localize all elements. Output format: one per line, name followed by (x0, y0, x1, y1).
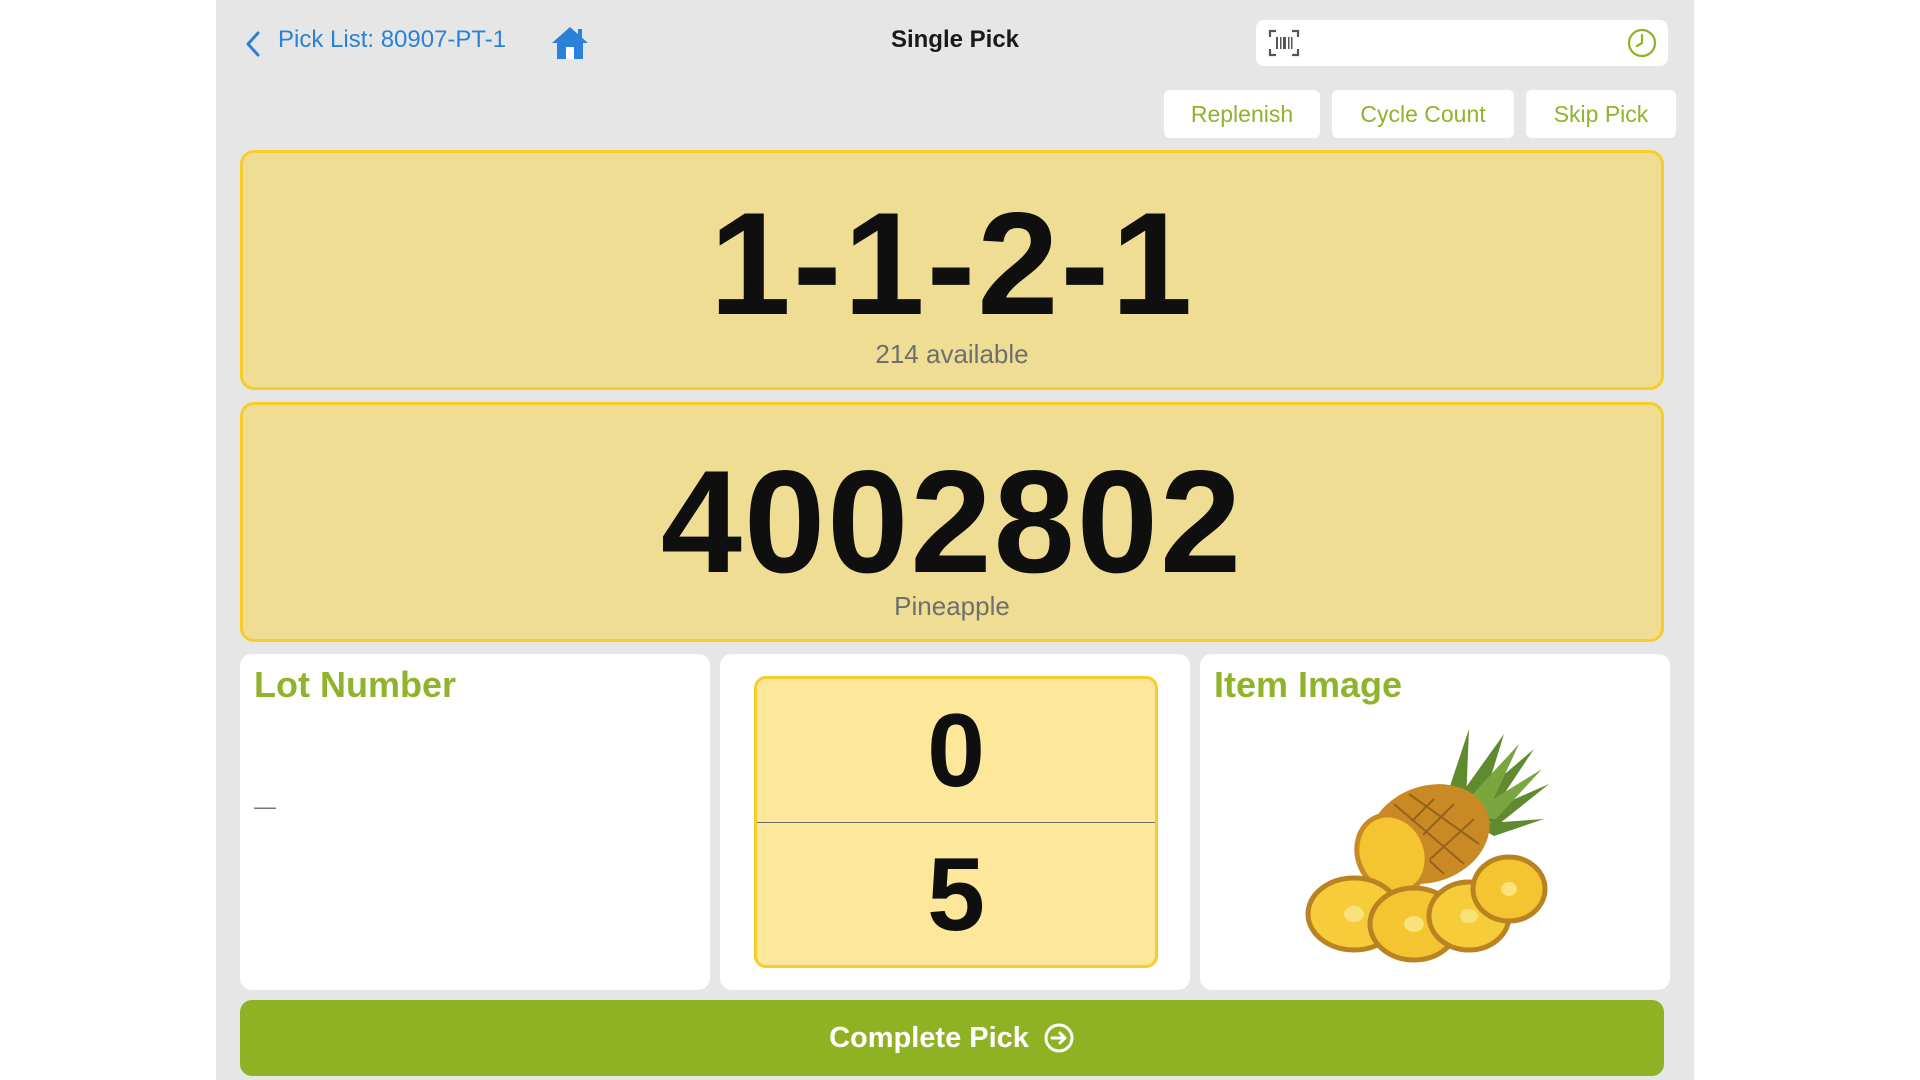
item-card: 4002802 Pineapple (240, 402, 1664, 642)
quantity-panel: 0 5 (720, 654, 1190, 990)
replenish-button[interactable]: Replenish (1164, 90, 1320, 138)
clock-icon[interactable] (1626, 27, 1658, 59)
app-screen: Pick List: 80907-PT-1 Single Pick Replen… (216, 0, 1694, 1080)
lot-number-value: — (254, 794, 276, 819)
skip-pick-button[interactable]: Skip Pick (1526, 90, 1676, 138)
item-name: Pineapple (894, 591, 1010, 621)
required-quantity: 5 (927, 837, 985, 953)
available-quantity: 214 available (875, 339, 1029, 369)
barcode-scan-icon[interactable] (1268, 28, 1300, 58)
location-card: 1-1-2-1 214 available (240, 150, 1664, 390)
item-image-title: Item Image (1214, 664, 1403, 705)
item-code: 4002802 (660, 440, 1244, 603)
scan-input[interactable] (1312, 26, 1606, 62)
scan-field[interactable] (1256, 20, 1668, 66)
pineapple-image (1305, 729, 1549, 963)
picked-quantity[interactable]: 0 (757, 699, 1155, 803)
lot-number-panel[interactable]: Lot Number — (240, 654, 710, 990)
location-code: 1-1-2-1 (709, 182, 1195, 345)
cycle-count-button[interactable]: Cycle Count (1332, 90, 1514, 138)
complete-pick-button[interactable]: Complete Pick (240, 1000, 1664, 1076)
arrow-right-circle-icon (1044, 1023, 1074, 1053)
quantity-box[interactable]: 0 5 (754, 676, 1158, 968)
complete-pick-label: Complete Pick (829, 1021, 1029, 1054)
lot-number-title: Lot Number (254, 664, 456, 705)
item-image-panel: Item Image (1200, 654, 1670, 990)
quantity-divider (757, 822, 1155, 823)
